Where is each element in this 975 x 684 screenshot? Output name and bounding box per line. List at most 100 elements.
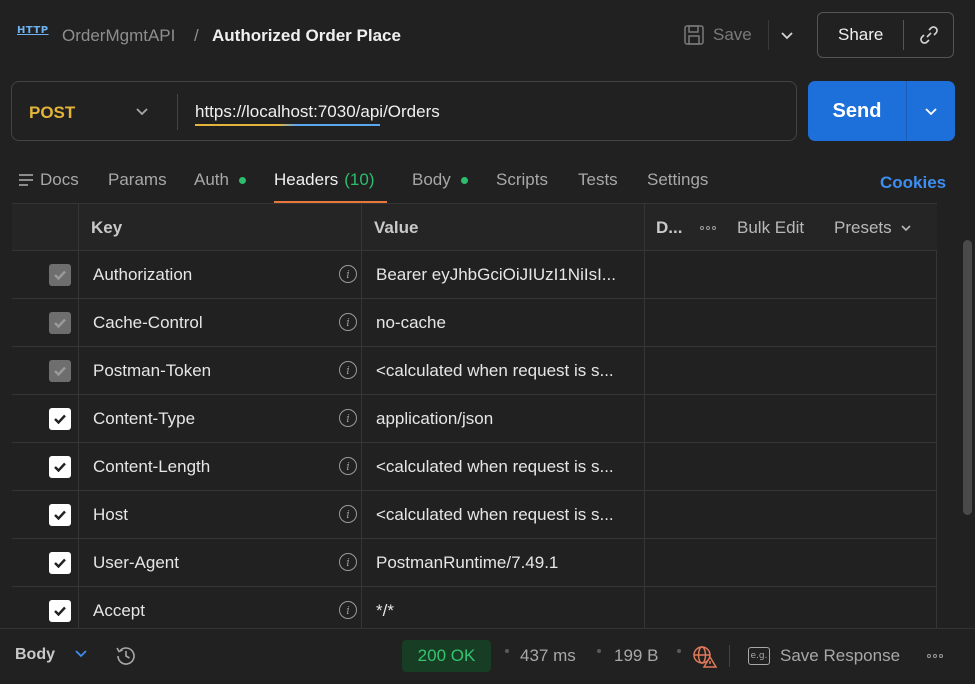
table-row: Accept i */* bbox=[12, 587, 937, 628]
table-row: Authorization i Bearer eyJhbGciOiJIUzI1N… bbox=[12, 251, 937, 299]
column-options-button[interactable] bbox=[700, 204, 716, 252]
history-icon[interactable] bbox=[113, 643, 139, 669]
header-value[interactable]: PostmanRuntime/7.49.1 bbox=[376, 539, 558, 587]
row-checkbox[interactable] bbox=[49, 504, 71, 526]
cookies-link[interactable]: Cookies bbox=[880, 173, 946, 193]
info-icon[interactable]: i bbox=[339, 313, 357, 331]
save-options-button[interactable] bbox=[768, 20, 804, 50]
response-body-toggle[interactable]: Body bbox=[15, 646, 55, 664]
column-divider bbox=[644, 299, 645, 347]
column-divider bbox=[78, 251, 79, 299]
info-icon[interactable]: i bbox=[339, 409, 357, 427]
column-divider bbox=[361, 299, 362, 347]
column-header-description: D... bbox=[656, 218, 683, 237]
checkmark-icon bbox=[54, 366, 66, 377]
example-icon[interactable]: e.g. bbox=[748, 647, 770, 665]
column-divider bbox=[936, 395, 937, 443]
chevron-down-icon[interactable] bbox=[73, 648, 89, 660]
row-checkbox[interactable] bbox=[49, 360, 71, 382]
header-value[interactable]: application/json bbox=[376, 395, 493, 443]
response-time[interactable]: 437 ms bbox=[520, 646, 576, 666]
header-key[interactable]: Content-Type bbox=[93, 395, 195, 443]
info-icon[interactable]: i bbox=[339, 265, 357, 283]
column-divider bbox=[936, 587, 937, 628]
header-value[interactable]: <calculated when request is s... bbox=[376, 347, 614, 395]
row-checkbox[interactable] bbox=[49, 456, 71, 478]
info-icon[interactable]: i bbox=[339, 361, 357, 379]
tab-scripts[interactable]: Scripts bbox=[496, 170, 548, 190]
bulk-edit-button[interactable]: Bulk Edit bbox=[737, 204, 804, 252]
save-response-button[interactable]: Save Response bbox=[780, 646, 900, 666]
table-row: Postman-Token i <calculated when request… bbox=[12, 347, 937, 395]
tab-body[interactable]: Body bbox=[412, 170, 468, 190]
tab-label: Params bbox=[108, 170, 167, 189]
presets-dropdown[interactable]: Presets bbox=[834, 204, 912, 252]
header-value[interactable]: */* bbox=[376, 587, 394, 628]
share-button[interactable]: Share bbox=[818, 25, 903, 45]
more-options-icon bbox=[700, 226, 716, 230]
header-key[interactable]: User-Agent bbox=[93, 539, 179, 587]
info-icon[interactable]: i bbox=[339, 601, 357, 619]
copy-link-button[interactable] bbox=[903, 20, 953, 50]
header-value[interactable]: Bearer eyJhbGciOiJIUzI1NiIsI... bbox=[376, 251, 616, 299]
header-value[interactable]: <calculated when request is s... bbox=[376, 491, 614, 539]
status-badge[interactable]: 200 OK bbox=[402, 640, 491, 672]
column-divider bbox=[936, 299, 937, 347]
chevron-down-icon bbox=[925, 108, 937, 116]
header-key[interactable]: Postman-Token bbox=[93, 347, 211, 395]
scrollbar-thumb[interactable] bbox=[963, 240, 972, 515]
tab-settings[interactable]: Settings bbox=[647, 170, 708, 190]
send-button[interactable]: Send bbox=[808, 81, 906, 141]
tab-tests[interactable]: Tests bbox=[578, 170, 618, 190]
row-checkbox[interactable] bbox=[49, 600, 71, 622]
http-request-icon: HTTP bbox=[17, 25, 49, 36]
info-icon[interactable]: i bbox=[339, 457, 357, 475]
tab-label: Headers bbox=[274, 170, 339, 189]
header-value[interactable]: <calculated when request is s... bbox=[376, 443, 614, 491]
header-key[interactable]: Content-Length bbox=[93, 443, 210, 491]
tab-auth[interactable]: Auth bbox=[194, 170, 246, 190]
header-key[interactable]: Accept bbox=[93, 587, 145, 628]
url-input[interactable]: https://localhost:7030/api/Orders bbox=[195, 102, 440, 122]
save-button[interactable]: Save bbox=[683, 22, 752, 48]
send-options-button[interactable] bbox=[906, 81, 955, 141]
tab-label: Body bbox=[412, 170, 451, 189]
header-key[interactable]: Cache-Control bbox=[93, 299, 203, 347]
info-icon[interactable]: i bbox=[339, 505, 357, 523]
column-divider bbox=[644, 395, 645, 443]
tab-docs[interactable]: Docs bbox=[18, 170, 79, 190]
tab-label: Docs bbox=[40, 170, 79, 189]
url-bar: POST https://localhost:7030/api/Orders bbox=[11, 81, 797, 141]
header-value[interactable]: no-cache bbox=[376, 299, 446, 347]
breadcrumb-separator: / bbox=[194, 26, 199, 45]
response-size[interactable]: 199 B bbox=[614, 646, 658, 666]
row-checkbox[interactable] bbox=[49, 312, 71, 334]
chevron-down-icon[interactable] bbox=[135, 106, 149, 116]
headers-count: (10) bbox=[344, 170, 375, 189]
column-divider bbox=[78, 539, 79, 587]
row-checkbox[interactable] bbox=[49, 408, 71, 430]
tab-params[interactable]: Params bbox=[108, 170, 167, 190]
request-title[interactable]: Authorized Order Place bbox=[212, 26, 401, 46]
column-divider bbox=[936, 251, 937, 299]
row-checkbox[interactable] bbox=[49, 264, 71, 286]
checkmark-icon bbox=[54, 270, 66, 281]
info-icon[interactable]: i bbox=[339, 553, 357, 571]
headers-table: Key Value D... Bulk Edit Presets Authori… bbox=[12, 203, 937, 628]
request-tabs: Docs Params Auth Headers (10) Body Scrip… bbox=[0, 158, 975, 204]
breadcrumb-collection[interactable]: OrderMgmtAPI bbox=[62, 26, 175, 46]
network-warning-icon[interactable] bbox=[692, 644, 718, 668]
checkmark-icon bbox=[54, 414, 66, 425]
column-divider bbox=[361, 251, 362, 299]
column-divider bbox=[361, 347, 362, 395]
tab-label: Scripts bbox=[496, 170, 548, 189]
more-options-icon[interactable] bbox=[927, 654, 943, 658]
method-select[interactable]: POST bbox=[29, 103, 75, 123]
row-checkbox[interactable] bbox=[49, 552, 71, 574]
share-group: Share bbox=[817, 12, 954, 58]
column-divider bbox=[936, 491, 937, 539]
chevron-down-icon bbox=[901, 224, 911, 231]
header-key[interactable]: Authorization bbox=[93, 251, 192, 299]
tab-headers[interactable]: Headers (10) bbox=[274, 170, 375, 190]
header-key[interactable]: Host bbox=[93, 491, 128, 539]
